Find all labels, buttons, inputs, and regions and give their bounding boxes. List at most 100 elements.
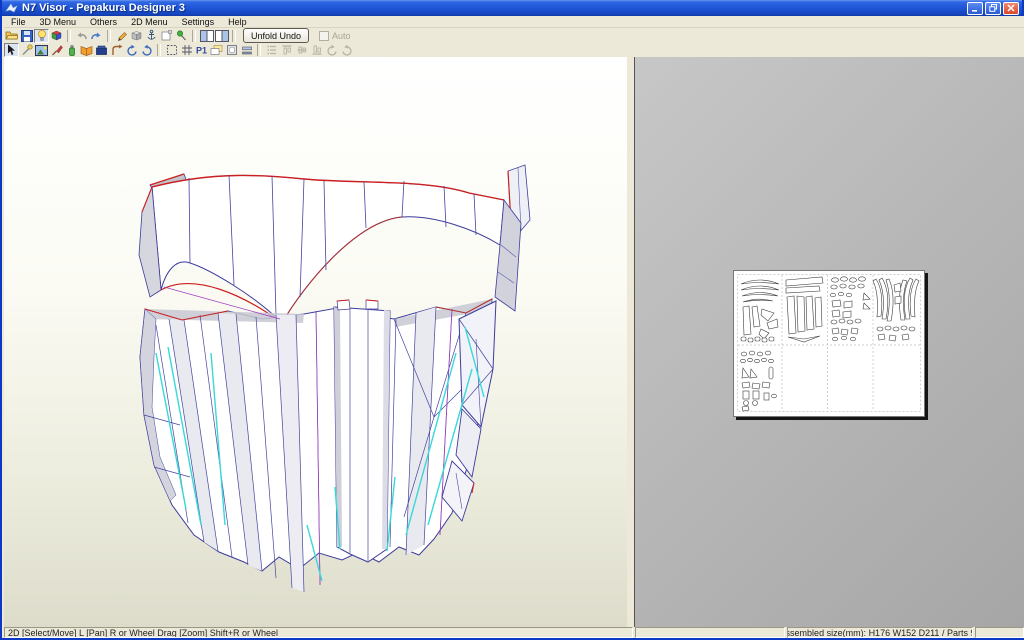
outline-box-icon	[160, 29, 173, 42]
flatten-parts-button[interactable]	[239, 43, 254, 57]
close-button[interactable]	[1003, 2, 1019, 15]
select-area-button[interactable]	[164, 43, 179, 57]
rotate-ccw-button-disabled[interactable]	[324, 43, 339, 57]
flatten-icon	[241, 45, 253, 56]
dark-box-button[interactable]	[94, 43, 109, 57]
unfolded-parts-layout	[734, 271, 924, 416]
framed-page-icon	[226, 44, 238, 56]
align-middle-icon	[296, 44, 308, 56]
rotate-right-button[interactable]	[139, 43, 154, 57]
split-view-left-icon	[200, 30, 214, 42]
viewport-3d[interactable]	[4, 57, 627, 627]
menu-3d-menu[interactable]: 3D Menu	[33, 16, 84, 27]
title-bar[interactable]: N7 Visor - Pepakura Designer 3	[2, 0, 1022, 16]
app-icon	[5, 2, 18, 15]
snap-grid-button[interactable]	[179, 43, 194, 57]
status-spacer	[635, 627, 785, 638]
align-list-button-disabled[interactable]	[264, 43, 279, 57]
open-book-button[interactable]	[79, 43, 94, 57]
edit-mode-button[interactable]	[114, 29, 129, 43]
align-top-button-disabled[interactable]	[279, 43, 294, 57]
select-arrow-icon	[6, 44, 17, 56]
auto-checkbox-label: Auto	[332, 31, 351, 41]
material-box-button[interactable]	[129, 29, 144, 43]
status-tail	[975, 627, 1024, 638]
save-button[interactable]	[19, 29, 34, 43]
texture-button[interactable]	[49, 29, 64, 43]
insert-image-button[interactable]	[34, 43, 49, 57]
align-middle-button-disabled[interactable]	[294, 43, 309, 57]
close-icon	[1007, 4, 1015, 12]
toolbar-separator	[107, 30, 111, 42]
layout-3d-pane-button[interactable]	[199, 29, 214, 43]
rotate-cw-button-disabled[interactable]	[339, 43, 354, 57]
floppy-icon	[21, 30, 33, 42]
status-assembled-text: Assembled size(mm): H176 W152 D211 / Par…	[787, 628, 973, 638]
viewport-2d[interactable]	[634, 57, 1024, 627]
menu-bar: File 3D Menu Others 2D Menu Settings Hel…	[4, 16, 1024, 28]
status-bar: 2D [Select/Move] L [Pan] R or Wheel Drag…	[4, 627, 1024, 638]
n7-visor-3d-model	[4, 57, 627, 627]
app-window: N7 Visor - Pepakura Designer 3 File 3D M…	[0, 0, 1024, 640]
part-number-icon: P1	[195, 44, 208, 56]
unfold-undo-button[interactable]: Unfold Undo	[243, 28, 309, 43]
scale-tool-button[interactable]	[19, 43, 34, 57]
window-title: N7 Visor - Pepakura Designer 3	[22, 2, 965, 14]
maximize-button[interactable]	[985, 2, 1001, 15]
image-icon	[35, 45, 48, 56]
layers-icon	[210, 44, 223, 56]
part-number-button[interactable]: P1	[194, 43, 209, 57]
toolbar-separator	[257, 44, 261, 56]
book-icon	[80, 44, 93, 56]
status-mode-hint: 2D [Select/Move] L [Pan] R or Wheel Drag…	[4, 627, 633, 638]
brush-icon	[51, 44, 63, 56]
svg-text:P1: P1	[196, 46, 207, 56]
pencil-icon	[115, 29, 128, 42]
pin-icon	[175, 29, 188, 42]
pin-joint-button[interactable]	[174, 29, 189, 43]
paint-brush-button[interactable]	[49, 43, 64, 57]
open-file-button[interactable]	[4, 29, 19, 43]
rotate-left-button[interactable]	[124, 43, 139, 57]
status-mode-hint-text: 2D [Select/Move] L [Pan] R or Wheel Drag…	[8, 628, 278, 638]
main-toolbar: Unfold Undo Auto	[4, 28, 1024, 44]
menu-file[interactable]: File	[4, 16, 33, 27]
2d-toolbar: P1	[4, 43, 1024, 58]
status-assembled-info: Assembled size(mm): H176 W152 D211 / Par…	[787, 627, 973, 638]
toolbar-separator	[67, 30, 71, 42]
layout-2d-pane-button[interactable]	[214, 29, 229, 43]
menu-others[interactable]: Others	[83, 16, 124, 27]
anchor-icon	[145, 29, 158, 42]
frame-page-button[interactable]	[224, 43, 239, 57]
bend-arrow-icon	[111, 44, 123, 56]
toolbar-separator	[157, 44, 161, 56]
align-bottom-button-disabled[interactable]	[309, 43, 324, 57]
select-move-button[interactable]	[4, 43, 19, 57]
light-toggle-button[interactable]	[34, 29, 49, 43]
menu-2d-menu[interactable]: 2D Menu	[124, 16, 175, 27]
light-bulb-icon	[36, 29, 48, 42]
color-cube-icon	[50, 29, 63, 42]
undo-arrow-icon	[75, 30, 88, 42]
part-box-button[interactable]	[159, 29, 174, 43]
pane-splitter[interactable]	[627, 57, 634, 627]
arrange-layers-button[interactable]	[209, 43, 224, 57]
menu-settings[interactable]: Settings	[175, 16, 222, 27]
redo-arrow-icon	[90, 30, 103, 42]
marquee-icon	[166, 44, 178, 56]
toolbar-separator	[192, 30, 196, 42]
bend-arrow-button[interactable]	[109, 43, 124, 57]
pattern-page[interactable]	[733, 270, 925, 417]
rotate-ccw-icon	[126, 44, 138, 56]
auto-checkbox[interactable]	[319, 31, 329, 41]
glue-tab-button[interactable]	[64, 43, 79, 57]
align-top-icon	[281, 44, 293, 56]
gray-box-icon	[130, 29, 143, 42]
undo-button[interactable]	[74, 29, 89, 43]
crosshair-icon	[181, 44, 193, 56]
redo-button[interactable]	[89, 29, 104, 43]
menu-help[interactable]: Help	[221, 16, 254, 27]
anchor-button[interactable]	[144, 29, 159, 43]
minimize-button[interactable]	[967, 2, 983, 15]
rotate-ccw-gray-icon	[326, 44, 338, 56]
